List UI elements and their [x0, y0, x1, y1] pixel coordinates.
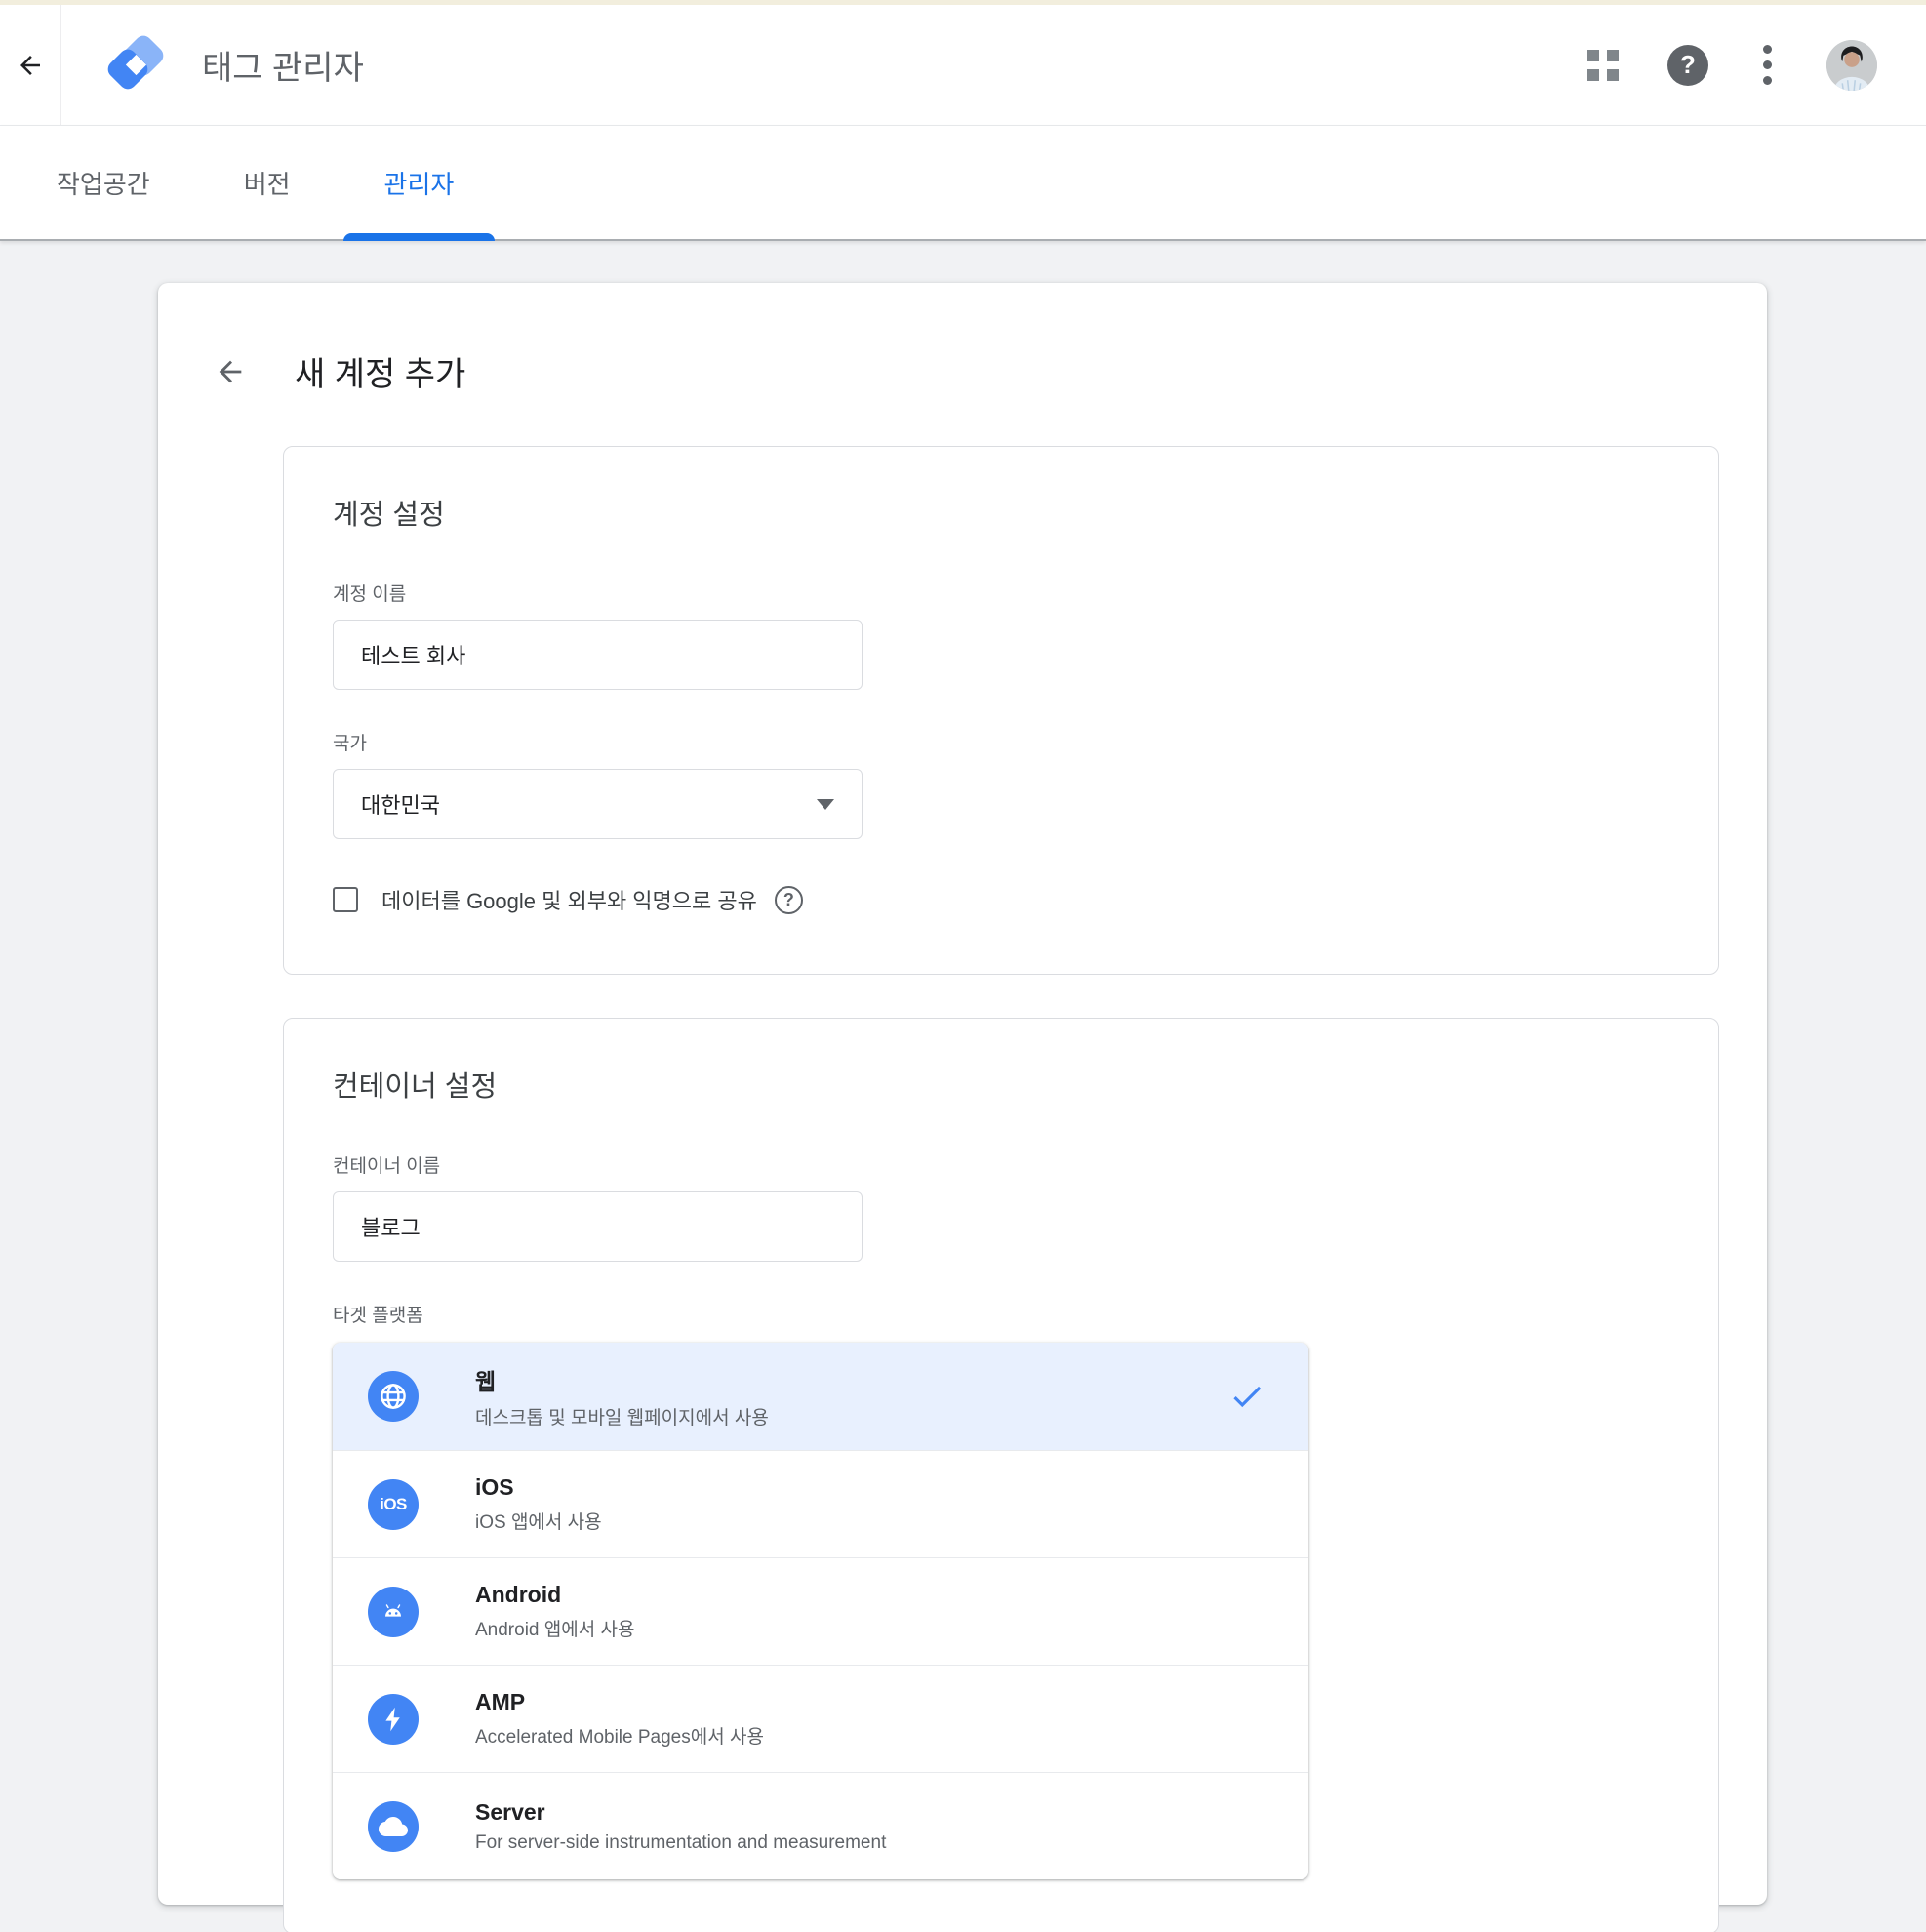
chevron-down-icon: [817, 799, 834, 810]
account-settings-section: 계정 설정 계정 이름 국가 대한민국 데이터를 Google 및 외부와 익명…: [283, 446, 1719, 975]
platform-title: AMP: [475, 1689, 1265, 1715]
android-icon: [368, 1587, 419, 1637]
help-icon[interactable]: ?: [1667, 45, 1708, 86]
avatar[interactable]: [1826, 40, 1877, 91]
account-name-input[interactable]: [333, 620, 863, 690]
main-content: 새 계정 추가 계정 설정 계정 이름 국가 대한민국 데이터를 Google …: [0, 241, 1926, 1932]
tab-workspace[interactable]: 작업공간: [10, 126, 197, 239]
platform-subtitle: Android 앱에서 사용: [475, 1615, 1265, 1641]
target-platform-label: 타겟 플랫폼: [333, 1301, 1718, 1327]
platform-subtitle: For server-side instrumentation and meas…: [475, 1832, 1265, 1854]
container-name-input[interactable]: [333, 1191, 863, 1262]
arrow-left-icon: [16, 51, 45, 80]
header-divider: [60, 5, 61, 125]
platform-subtitle: 데스크톱 및 모바일 웹페이지에서 사용: [475, 1403, 1228, 1429]
country-label: 국가: [333, 729, 1718, 755]
share-data-checkbox[interactable]: [333, 887, 358, 912]
app-header: 태그 관리자 ?: [0, 5, 1926, 126]
add-account-card: 새 계정 추가 계정 설정 계정 이름 국가 대한민국 데이터를 Google …: [158, 283, 1767, 1905]
gtm-logo-icon: [106, 36, 165, 95]
app-title: 태그 관리자: [202, 41, 364, 89]
platform-title: 웹: [475, 1363, 1228, 1396]
browser-back-button[interactable]: [0, 5, 60, 125]
more-menu-icon[interactable]: [1757, 39, 1778, 91]
platform-title: iOS: [475, 1474, 1265, 1501]
container-settings-section: 컨테이너 설정 컨테이너 이름 타겟 플랫폼 웹 데스크톱 및 모바일 웹페이지…: [283, 1018, 1719, 1932]
account-settings-title: 계정 설정: [333, 492, 1718, 533]
tab-versions[interactable]: 버전: [197, 126, 338, 239]
country-select[interactable]: 대한민국: [333, 769, 863, 839]
arrow-left-icon: [214, 355, 247, 388]
container-settings-title: 컨테이너 설정: [333, 1064, 1718, 1105]
cloud-icon: [368, 1801, 419, 1852]
ios-icon: iOS: [368, 1479, 419, 1530]
target-platform-list: 웹 데스크톱 및 모바일 웹페이지에서 사용 iOS iOS iOS 앱에서 사…: [333, 1343, 1308, 1879]
platform-subtitle: Accelerated Mobile Pages에서 사용: [475, 1722, 1265, 1749]
container-name-label: 컨테이너 이름: [333, 1151, 1718, 1178]
account-name-label: 계정 이름: [333, 580, 1718, 606]
tab-bar: 작업공간 버전 관리자: [0, 126, 1926, 241]
globe-icon: [368, 1371, 419, 1422]
apps-grid-icon[interactable]: [1587, 50, 1619, 81]
amp-icon: [368, 1694, 419, 1745]
check-icon: [1228, 1378, 1265, 1415]
platform-title: Server: [475, 1799, 1265, 1826]
country-select-value: 대한민국: [361, 788, 440, 820]
platform-title: Android: [475, 1582, 1265, 1608]
platform-option-ios[interactable]: iOS iOS iOS 앱에서 사용: [333, 1450, 1308, 1557]
platform-option-amp[interactable]: AMP Accelerated Mobile Pages에서 사용: [333, 1665, 1308, 1772]
page-title: 새 계정 추가: [295, 347, 465, 395]
platform-subtitle: iOS 앱에서 사용: [475, 1508, 1265, 1534]
share-data-label: 데이터를 Google 및 외부와 익명으로 공유: [381, 884, 757, 915]
share-data-help-icon[interactable]: ?: [775, 886, 803, 914]
platform-option-server[interactable]: Server For server-side instrumentation a…: [333, 1772, 1308, 1879]
platform-option-android[interactable]: Android Android 앱에서 사용: [333, 1557, 1308, 1665]
platform-option-web[interactable]: 웹 데스크톱 및 모바일 웹페이지에서 사용: [333, 1343, 1308, 1450]
tab-admin[interactable]: 관리자: [338, 126, 502, 239]
page-back-button[interactable]: [211, 352, 250, 391]
